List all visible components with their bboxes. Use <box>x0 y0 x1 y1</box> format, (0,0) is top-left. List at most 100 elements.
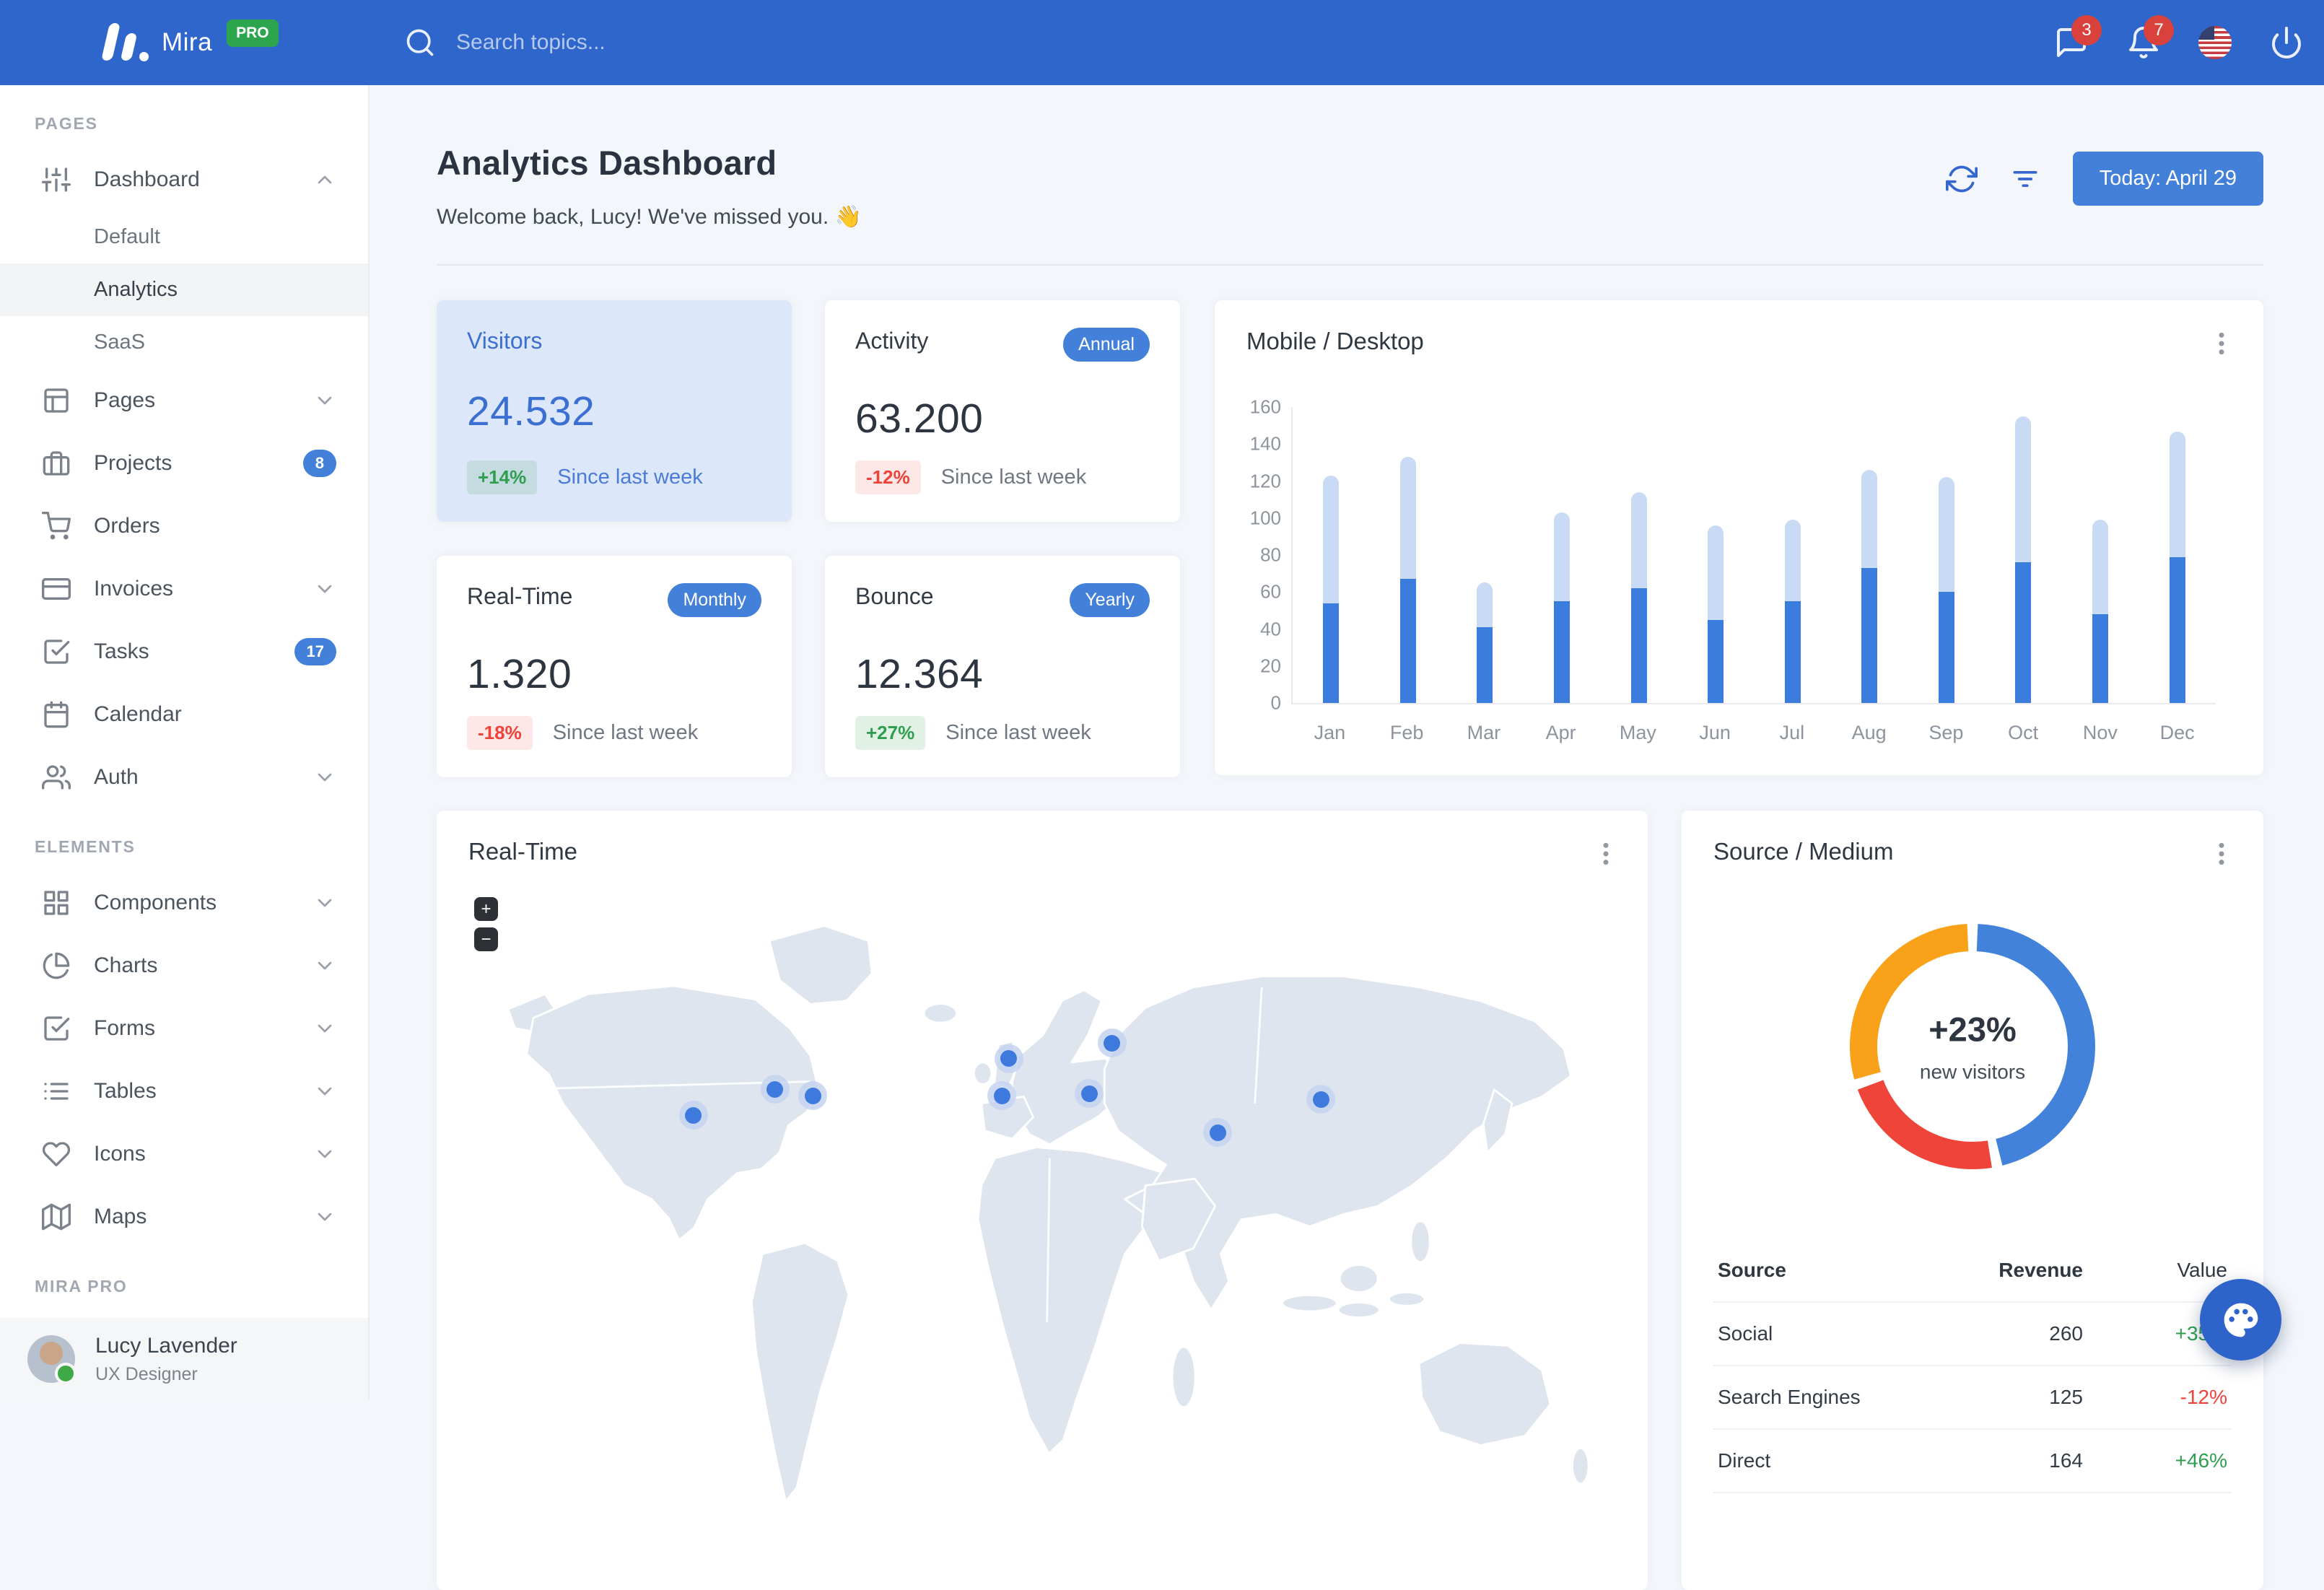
header-divider <box>437 264 2263 266</box>
sidebar-item-label: Auth <box>94 764 139 789</box>
messages-badge: 3 <box>2071 15 2102 45</box>
logout-button[interactable] <box>2269 25 2304 60</box>
sidebar-item-label: Dashboard <box>94 167 200 191</box>
search-input[interactable] <box>455 30 804 56</box>
sidebar-section-label-pages: PAGES <box>35 114 98 133</box>
sidebar-item-invoices[interactable]: Invoices <box>0 557 368 620</box>
map-marker-1[interactable] <box>678 1101 708 1130</box>
chart-menu-button[interactable] <box>2207 328 2236 359</box>
bar-aug <box>1861 470 1878 703</box>
y-axis-tick: 0 <box>1270 691 1281 714</box>
world-map: + − <box>468 881 1616 1531</box>
refresh-button[interactable] <box>1945 163 1978 195</box>
x-axis-label: Dec <box>2159 722 2195 743</box>
user-role: UX Designer <box>95 1363 198 1384</box>
stat-card-visitors: Visitors 24.532 +14% Since last week <box>437 300 792 522</box>
bar-dec <box>2169 432 2185 703</box>
bar-jul <box>1784 520 1801 703</box>
grid-icon <box>42 888 71 917</box>
stat-card-bounce: Bounce Yearly 12.364 +27% Since last week <box>825 556 1180 777</box>
refresh-icon <box>1945 163 1978 195</box>
source-medium-menu-button[interactable] <box>2207 838 2236 870</box>
date-button[interactable]: Today: April 29 <box>2072 152 2263 206</box>
palette-icon <box>2224 1303 2258 1337</box>
stat-card-real-time: Real-Time Monthly 1.320 -18% Since last week <box>437 556 792 777</box>
mobile-desktop-card: Mobile / Desktop 0 20 40 60 80 100 120 140 160 J… <box>1215 300 2263 775</box>
sidebar-subitem-default[interactable]: Default <box>0 211 368 263</box>
map-marker-5[interactable] <box>987 1081 1017 1110</box>
bar-apr <box>1554 512 1571 703</box>
stat-period-badge[interactable]: Monthly <box>668 583 761 617</box>
sidebar-item-dashboard[interactable]: Dashboard <box>0 148 368 211</box>
search-icon[interactable] <box>404 27 436 58</box>
sliders-icon <box>42 165 71 194</box>
sidebar-subitem-saas[interactable]: SaaS <box>0 316 368 369</box>
sidebar-item-icons[interactable]: Icons <box>0 1122 368 1185</box>
map-marker-8[interactable] <box>1203 1118 1233 1148</box>
sidebar-item-maps[interactable]: Maps <box>0 1185 368 1248</box>
x-axis-label: May <box>1619 722 1656 743</box>
chevron-down-icon <box>313 766 336 789</box>
filter-button[interactable] <box>2009 163 2041 195</box>
cart-icon <box>42 511 71 541</box>
sidebar-item-label: Maps <box>94 1204 147 1228</box>
map-marker-6[interactable] <box>1075 1079 1104 1109</box>
map-marker-2[interactable] <box>760 1075 790 1104</box>
y-axis-tick: 40 <box>1260 618 1281 639</box>
sidebar-item-forms[interactable]: Forms <box>0 997 368 1060</box>
source-medium-title: Source / Medium <box>1713 838 1894 865</box>
sidebar-subitem-analytics[interactable]: Analytics <box>0 263 368 316</box>
map-marker-4[interactable] <box>994 1044 1023 1073</box>
x-axis-label: Sep <box>1928 722 1964 743</box>
sidebar-item-charts[interactable]: Charts <box>0 934 368 997</box>
chevron-down-icon <box>313 1080 336 1103</box>
map-zoom-out-button[interactable]: − <box>474 927 498 951</box>
chevron-up-icon <box>313 168 336 191</box>
sidebar-user-footer[interactable]: Lucy Lavender UX Designer <box>0 1318 368 1400</box>
sidebar-item-orders[interactable]: Orders <box>0 494 368 557</box>
sidebar-item-pages[interactable]: Pages <box>0 369 368 432</box>
x-axis-label: Jul <box>1779 722 1805 743</box>
sidebar-item-tables[interactable]: Tables <box>0 1060 368 1122</box>
table-row-search-engines: Search Engines 125 -12% <box>1713 1366 2232 1430</box>
user-name: Lucy Lavender <box>95 1333 237 1358</box>
world-map-svg <box>507 925 1590 1503</box>
header-actions: Today: April 29 <box>1945 152 2263 206</box>
language-flag-us[interactable] <box>2198 26 2232 59</box>
source-medium-card: Source / Medium +23% new visitors Source… <box>1682 811 2263 1590</box>
stat-period-badge[interactable]: Yearly <box>1070 583 1150 617</box>
sidebar-item-calendar[interactable]: Calendar <box>0 683 368 746</box>
bar-feb <box>1399 457 1416 703</box>
sidebar-item-tasks[interactable]: Tasks 17 <box>0 620 368 683</box>
map-marker-7[interactable] <box>1097 1028 1127 1058</box>
y-axis-tick: 60 <box>1260 580 1281 603</box>
sidebar-item-auth[interactable]: Auth <box>0 746 368 808</box>
stat-note: Since last week <box>945 721 1091 744</box>
x-axis-label: Mar <box>1467 722 1501 743</box>
pro-badge: PRO <box>227 19 279 47</box>
map-zoom-controls: + − <box>474 897 498 951</box>
map-menu-button[interactable] <box>1591 838 1620 870</box>
messages-button[interactable]: 3 <box>2054 15 2102 60</box>
map-zoom-in-button[interactable]: + <box>474 897 498 921</box>
navbar-actions: 3 7 <box>2054 0 2304 85</box>
user-avatar <box>27 1335 77 1384</box>
sidebar-item-projects[interactable]: Projects 8 <box>0 432 368 494</box>
check-square-icon <box>42 1014 71 1043</box>
brand[interactable]: Mira PRO <box>0 19 279 66</box>
stat-title: Real-Time <box>467 583 573 609</box>
credit-card-icon <box>42 575 71 603</box>
notifications-button[interactable]: 7 <box>2126 15 2174 60</box>
table-header-row: Source Revenue Value <box>1713 1239 2232 1303</box>
table-row-direct: Direct 164 +46% <box>1713 1430 2232 1493</box>
source-medium-table: Source Revenue Value Social 260 +35% Search En… <box>1713 1239 2232 1493</box>
map-marker-9[interactable] <box>1306 1085 1336 1114</box>
sidebar-item-label: Pages <box>94 388 156 412</box>
sidebar: PAGES Dashboard Default Analytics SaaS Pages P… <box>0 85 370 1400</box>
theme-settings-fab[interactable] <box>2200 1279 2281 1360</box>
stat-period-badge[interactable]: Annual <box>1063 328 1150 362</box>
sidebar-item-label: Tables <box>94 1078 157 1103</box>
chevron-down-icon <box>313 891 336 914</box>
map-marker-3[interactable] <box>798 1081 827 1110</box>
sidebar-item-components[interactable]: Components <box>0 871 368 934</box>
